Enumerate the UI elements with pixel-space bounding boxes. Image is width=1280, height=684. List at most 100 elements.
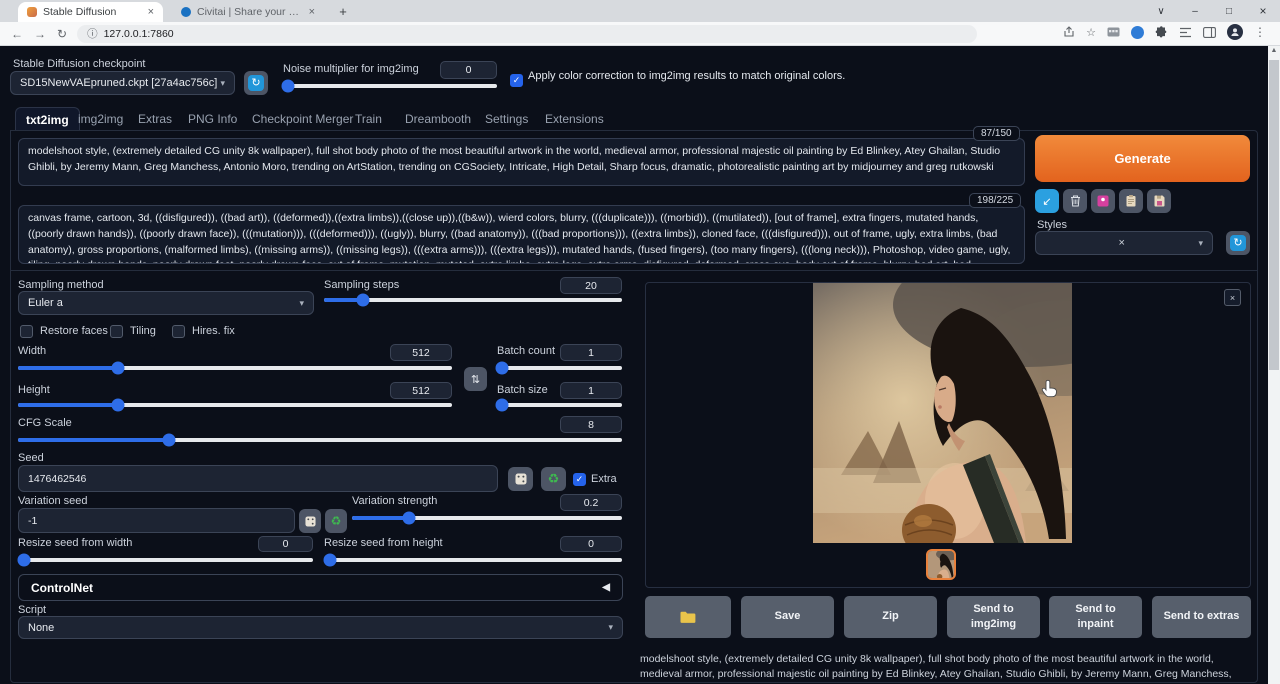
save-button[interactable]: Save xyxy=(741,596,834,638)
apply-style-button[interactable] xyxy=(1119,189,1143,213)
reuse-seed-button[interactable]: ♻ xyxy=(541,467,566,491)
tiling-checkbox[interactable] xyxy=(110,325,123,338)
tab-close-icon[interactable]: × xyxy=(148,6,154,18)
address-field[interactable]: ⓘ 127.0.0.1:7860 xyxy=(77,25,977,43)
height-value[interactable]: 512 xyxy=(390,382,452,399)
share-icon[interactable] xyxy=(1063,26,1075,38)
batch-size-slider[interactable] xyxy=(497,403,622,407)
negative-prompt-textarea[interactable]: canvas frame, cartoon, 3d, ((disfigured)… xyxy=(18,205,1025,264)
bookmark-star-icon[interactable]: ☆ xyxy=(1086,26,1096,39)
back-icon[interactable]: ← xyxy=(11,27,23,41)
variation-strength-slider[interactable] xyxy=(352,516,622,520)
site-info-icon[interactable]: ⓘ xyxy=(87,26,98,41)
hand-cursor-icon xyxy=(1041,379,1058,398)
paste-params-button[interactable]: ↙ xyxy=(1035,189,1059,213)
hires-fix-checkbox[interactable] xyxy=(172,325,185,338)
checkpoint-dropdown[interactable]: SD15NewVAEpruned.ckpt [27a4ac756c] ▾ xyxy=(10,71,235,95)
scrollbar-thumb[interactable] xyxy=(1269,60,1279,370)
tab-settings[interactable]: Settings xyxy=(475,107,538,130)
window-close-icon[interactable]: × xyxy=(1246,4,1280,18)
window-maximize-icon[interactable]: □ xyxy=(1212,6,1246,17)
section-divider xyxy=(11,270,1257,271)
tab-train[interactable]: Train xyxy=(345,107,392,130)
variation-reuse-seed-button[interactable]: ♻ xyxy=(325,509,347,533)
sampling-method-dropdown[interactable]: Euler a ▾ xyxy=(18,291,314,315)
color-correction-checkbox[interactable]: ✓ xyxy=(510,74,523,87)
reading-list-icon[interactable] xyxy=(1179,27,1192,38)
cfg-scale-value[interactable]: 8 xyxy=(560,416,622,433)
resize-seed-width-slider[interactable] xyxy=(18,558,313,562)
restore-faces-checkbox[interactable] xyxy=(20,325,33,338)
resize-seed-height-value[interactable]: 0 xyxy=(560,536,622,552)
extensions-puzzle-icon[interactable] xyxy=(1155,26,1168,39)
swap-dimensions-button[interactable]: ⇅ xyxy=(464,367,487,391)
extension-blue-dot-icon[interactable] xyxy=(1131,26,1144,39)
variation-strength-value[interactable]: 0.2 xyxy=(560,494,622,511)
tab-close-icon[interactable]: × xyxy=(309,6,315,18)
side-panel-icon[interactable] xyxy=(1203,27,1216,38)
seed-input[interactable] xyxy=(18,465,498,492)
batch-count-slider[interactable] xyxy=(497,366,622,370)
gallery-thumbnail[interactable] xyxy=(926,549,956,580)
clear-styles-icon[interactable]: × xyxy=(1119,237,1125,249)
styles-refresh-button[interactable]: ↻ xyxy=(1226,231,1250,255)
height-slider[interactable] xyxy=(18,403,452,407)
sampling-steps-value[interactable]: 20 xyxy=(560,277,622,294)
width-slider[interactable] xyxy=(18,366,452,370)
script-value: None xyxy=(28,622,54,634)
send-to-inpaint-button[interactable]: Send to inpaint xyxy=(1049,596,1142,638)
sampling-steps-slider[interactable] xyxy=(324,298,622,302)
trash-icon xyxy=(1070,195,1081,207)
new-tab-button[interactable]: + xyxy=(334,3,352,21)
extra-networks-button[interactable] xyxy=(1091,189,1115,213)
tab-png-info[interactable]: PNG Info xyxy=(178,107,247,130)
prompt-textarea[interactable]: modelshoot style, (extremely detailed CG… xyxy=(18,138,1025,186)
resize-seed-height-slider[interactable] xyxy=(324,558,622,562)
script-dropdown[interactable]: None ▾ xyxy=(18,616,623,639)
zip-button[interactable]: Zip xyxy=(844,596,937,638)
styles-label: Styles xyxy=(1037,219,1067,231)
noise-multiplier-slider[interactable] xyxy=(282,84,497,88)
controlnet-accordion[interactable]: ControlNet ◀ xyxy=(18,574,623,601)
window-chevron-icon[interactable]: ∨ xyxy=(1144,6,1178,17)
tab-extensions[interactable]: Extensions xyxy=(535,107,614,130)
generated-image[interactable] xyxy=(813,283,1072,543)
save-style-button[interactable] xyxy=(1147,189,1171,213)
random-seed-button[interactable] xyxy=(508,467,533,491)
window-minimize-icon[interactable]: – xyxy=(1178,6,1212,17)
checkpoint-refresh-button[interactable]: ↻ xyxy=(244,71,268,95)
batch-count-value[interactable]: 1 xyxy=(560,344,622,361)
browser-tab-civitai[interactable]: Civitai | Share your models × xyxy=(172,2,324,22)
forward-icon[interactable]: → xyxy=(34,27,46,41)
batch-size-value[interactable]: 1 xyxy=(560,382,622,399)
noise-multiplier-label: Noise multiplier for img2img xyxy=(283,63,419,75)
open-folder-button[interactable] xyxy=(645,596,731,638)
extension-grid-icon[interactable] xyxy=(1107,26,1120,38)
reload-icon[interactable]: ↻ xyxy=(57,27,67,41)
browser-menu-icon[interactable]: ⋮ xyxy=(1254,25,1266,39)
profile-avatar[interactable] xyxy=(1227,24,1243,40)
close-gallery-icon[interactable]: × xyxy=(1224,289,1241,306)
extra-seed-checkbox[interactable]: ✓ xyxy=(573,473,586,486)
generate-button[interactable]: Generate xyxy=(1035,135,1250,182)
clear-prompt-button[interactable] xyxy=(1063,189,1087,213)
tab-dreambooth[interactable]: Dreambooth xyxy=(395,107,481,130)
sampling-steps-label: Sampling steps xyxy=(324,279,399,291)
resize-seed-width-value[interactable]: 0 xyxy=(258,536,313,552)
tab-extras[interactable]: Extras xyxy=(128,107,182,130)
browser-tab-stable-diffusion[interactable]: Stable Diffusion × xyxy=(18,2,163,22)
send-to-extras-button[interactable]: Send to extras xyxy=(1152,596,1251,638)
noise-multiplier-value[interactable]: 0 xyxy=(440,61,497,79)
styles-dropdown[interactable]: × ▾ xyxy=(1035,231,1213,255)
variation-seed-input[interactable] xyxy=(18,508,295,533)
send-to-img2img-button[interactable]: Send to img2img xyxy=(947,596,1040,638)
variation-random-seed-button[interactable] xyxy=(299,509,321,533)
floppy-save-icon xyxy=(1154,195,1165,207)
page-scrollbar[interactable]: ▲ xyxy=(1268,46,1280,684)
width-value[interactable]: 512 xyxy=(390,344,452,361)
stable-diffusion-favicon xyxy=(27,7,37,17)
cfg-scale-slider[interactable] xyxy=(18,438,622,442)
scrollbar-up-icon[interactable]: ▲ xyxy=(1268,47,1280,54)
tab-img2img[interactable]: img2img xyxy=(68,107,133,130)
sampling-method-value: Euler a xyxy=(28,297,63,309)
